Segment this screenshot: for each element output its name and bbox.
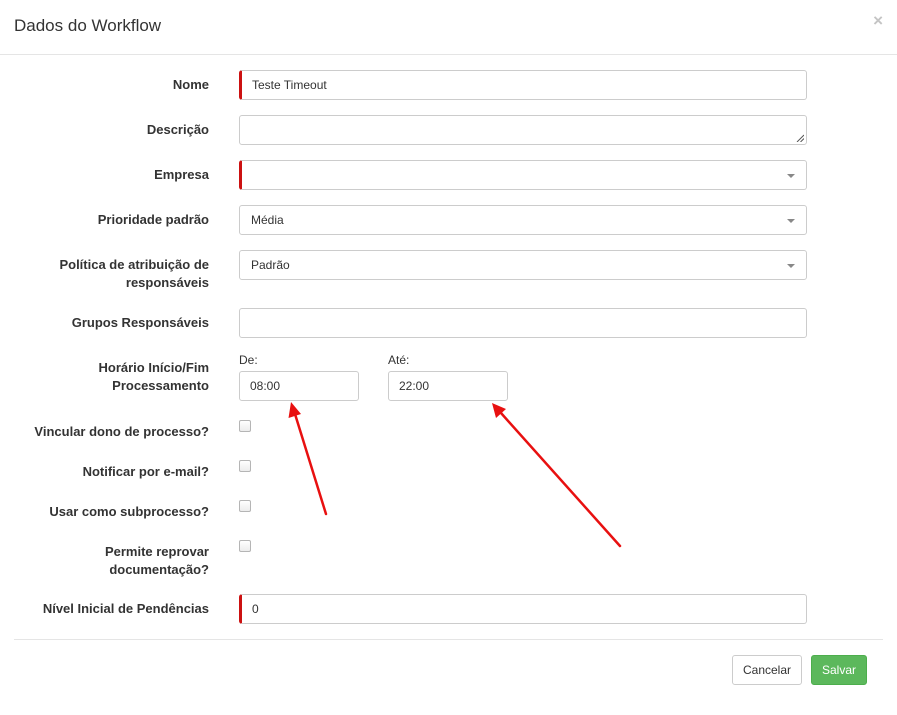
horario-ate-value: 22:00 [399,379,430,393]
horario-de-label: De: [239,353,258,367]
descricao-label: Descrição [146,122,209,137]
horario-label-line2: Processamento [112,378,209,393]
modal-header: Dados do Workflow × [0,0,897,55]
nome-value: Teste Timeout [252,78,327,92]
subprocesso-checkbox[interactable] [239,500,251,512]
modal-title: Dados do Workflow [14,16,162,35]
horario-de-input[interactable]: 08:00 [239,371,359,401]
horario-de-value: 08:00 [250,379,281,393]
nivel-label: Nível Inicial de Pendências [42,601,209,616]
arrow-to-de-field [288,402,328,516]
politica-value: Padrão [251,258,290,272]
empresa-select[interactable] [239,160,807,190]
arrow-to-ate-field [492,403,622,548]
horario-ate-input[interactable]: 22:00 [388,371,508,401]
nivel-input[interactable]: 0 [239,594,807,624]
footer-divider [14,639,883,640]
save-button[interactable]: Salvar [811,655,867,685]
reprovar-label: Permite reprovar documentação? [19,543,209,579]
chevron-down-icon [787,264,795,268]
empresa-label: Empresa [154,167,209,182]
politica-select[interactable]: Padrão [239,250,807,280]
nivel-value: 0 [252,602,259,616]
vincular-label: Vincular dono de processo? [34,424,209,439]
horario-label-line1: Horário Início/Fim [98,360,209,375]
cancel-button[interactable]: Cancelar [732,655,802,685]
chevron-down-icon [787,219,795,223]
prioridade-value: Média [251,213,284,227]
nome-input[interactable]: Teste Timeout [239,70,807,100]
reprovar-checkbox[interactable] [239,540,251,552]
grupos-input[interactable] [239,308,807,338]
notificar-label: Notificar por e-mail? [82,464,209,479]
nome-label: Nome [172,77,209,92]
close-icon[interactable]: × [873,12,883,29]
chevron-down-icon [787,174,795,178]
politica-label-line2: responsáveis [125,275,209,290]
horario-label: Horário Início/Fim Processamento [19,359,209,395]
grupos-label: Grupos Responsáveis [71,315,209,330]
resize-grip-icon[interactable] [796,134,804,142]
reprovar-label-line1: Permite reprovar [104,544,209,559]
prioridade-label: Prioridade padrão [97,212,209,227]
subprocesso-label: Usar como subprocesso? [49,504,209,519]
prioridade-select[interactable]: Média [239,205,807,235]
politica-label-line1: Política de atribuição de [59,257,209,272]
descricao-textarea[interactable] [239,115,807,145]
horario-ate-label: Até: [388,353,410,367]
reprovar-label-line2: documentação? [109,562,209,577]
vincular-checkbox[interactable] [239,420,251,432]
politica-label: Política de atribuição de responsáveis [19,256,209,292]
notificar-checkbox[interactable] [239,460,251,472]
workflow-modal: Dados do Workflow × Nome Teste Timeout D… [0,0,897,715]
